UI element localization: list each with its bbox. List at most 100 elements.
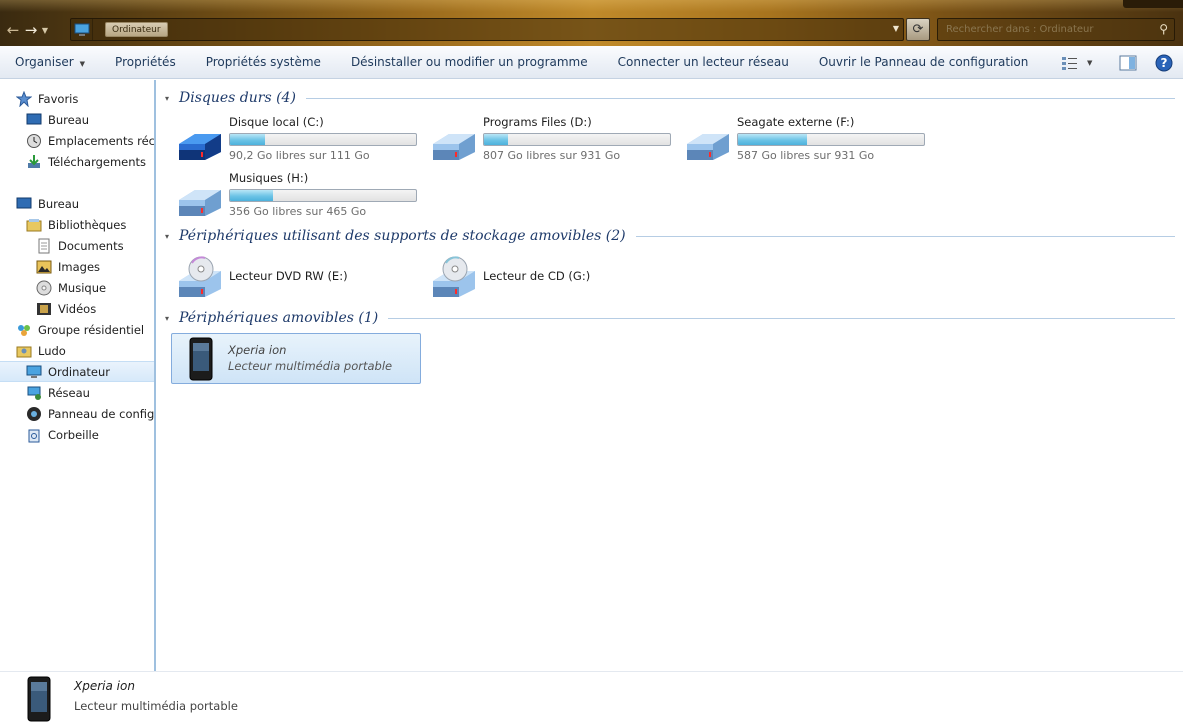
sidebar-item-favorites[interactable]: Favoris — [16, 89, 78, 109]
desktop-icon — [26, 112, 42, 128]
drive-name: Disque local (C:) — [229, 115, 324, 129]
drive-usage-fill — [230, 190, 273, 201]
drive-g-cd[interactable]: Lecteur de CD (G:) — [429, 253, 679, 301]
sidebar-item-desktop[interactable]: Bureau — [16, 194, 79, 214]
change-view-icon[interactable] — [1059, 52, 1081, 74]
drive-usage-bar — [229, 189, 417, 202]
dvd-drive-icon — [179, 256, 221, 297]
computer-icon — [26, 364, 42, 380]
recent-pages-caret-icon[interactable]: ▼ — [40, 26, 50, 35]
device-xperia-ion[interactable]: Xperia ion Lecteur multimédia portable — [171, 333, 421, 384]
sidebar-item-libraries[interactable]: Bibliothèques — [26, 215, 126, 235]
view-options-caret-icon[interactable]: ▼ — [1087, 59, 1097, 67]
help-icon[interactable]: ? — [1153, 52, 1175, 74]
drive-name: Lecteur de CD (G:) — [483, 269, 591, 283]
refresh-button[interactable]: ⟳ — [906, 18, 930, 41]
sidebar-item-label: Emplacements récents — [48, 134, 155, 148]
search-icon: ⚲ — [1159, 22, 1168, 36]
drive-d[interactable]: Programs Files (D:) 807 Go libres sur 93… — [429, 115, 679, 164]
sidebar-item-music[interactable]: Musique — [36, 278, 106, 298]
hard-drive-icon — [433, 134, 475, 160]
sidebar-item-recycle-bin[interactable]: Corbeille — [26, 425, 99, 445]
sidebar-item-label: Panneau de configuration — [48, 407, 155, 421]
properties-button[interactable]: Propriétés — [100, 55, 191, 69]
sidebar-item-images[interactable]: Images — [36, 257, 100, 277]
forward-arrow-icon[interactable]: → — [22, 21, 40, 39]
drive-h[interactable]: Musiques (H:) 356 Go libres sur 465 Go — [175, 171, 425, 220]
window-controls[interactable] — [1123, 0, 1183, 8]
homegroup-icon — [16, 322, 32, 338]
music-icon — [36, 280, 52, 296]
hard-drive-icon — [687, 134, 729, 160]
sidebar-item-videos[interactable]: Vidéos — [36, 299, 96, 319]
collapse-arrow-icon: ▾ — [165, 231, 170, 241]
sidebar-item-recent-places[interactable]: Emplacements récents — [26, 131, 155, 151]
sidebar-item-bureau-fav[interactable]: Bureau — [26, 110, 89, 130]
hard-drive-icon — [179, 134, 221, 160]
desktop-icon — [16, 196, 32, 212]
group-header-removable-devices[interactable]: ▾ Périphériques amovibles (1) — [165, 308, 1175, 328]
drive-name: Programs Files (D:) — [483, 115, 592, 129]
group-divider — [635, 235, 1175, 237]
group-divider — [388, 317, 1175, 319]
network-icon — [26, 385, 42, 401]
sidebar-item-label: Bibliothèques — [48, 218, 127, 232]
sidebar-item-control-panel[interactable]: Panneau de configuration — [26, 404, 155, 424]
uninstall-program-button[interactable]: Désinstaller ou modifier un programme — [336, 55, 603, 69]
documents-icon — [36, 238, 52, 254]
computer-icon — [71, 19, 93, 40]
drive-c[interactable]: Disque local (C:) 90,2 Go libres sur 111… — [175, 115, 425, 164]
drive-free-space: 356 Go libres sur 465 Go — [229, 205, 367, 218]
organize-button[interactable]: Organiser ▼ — [0, 55, 100, 69]
drive-f[interactable]: Seagate externe (F:) 587 Go libres sur 9… — [683, 115, 933, 164]
pane-splitter[interactable] — [154, 80, 156, 671]
device-type: Lecteur multimédia portable — [228, 359, 393, 373]
address-bar[interactable]: Ordinateur ▼ — [70, 18, 904, 41]
group-header-removable-storage[interactable]: ▾ Périphériques utilisant des supports d… — [165, 226, 1175, 246]
drive-name: Lecteur DVD RW (E:) — [229, 269, 348, 283]
content-pane: ▾ Disques durs (4) Disque local (C:) 90,… — [157, 80, 1183, 671]
back-arrow-icon[interactable]: ← — [4, 21, 22, 39]
sidebar-item-label: Musique — [58, 281, 107, 295]
titlebar-glow — [0, 0, 1183, 12]
sidebar-item-label: Corbeille — [48, 428, 99, 442]
videos-icon — [36, 301, 52, 317]
images-icon — [36, 259, 52, 275]
map-network-drive-button[interactable]: Connecter un lecteur réseau — [603, 55, 804, 69]
smartphone-icon — [27, 676, 51, 722]
drive-free-space: 807 Go libres sur 931 Go — [483, 149, 621, 162]
sidebar-item-downloads[interactable]: Téléchargements — [26, 152, 146, 172]
cd-drive-icon — [433, 256, 475, 297]
drive-usage-fill — [484, 134, 509, 145]
sidebar-item-label: Vidéos — [58, 302, 97, 316]
group-header-hard-disks[interactable]: ▾ Disques durs (4) — [165, 88, 1175, 108]
collapse-arrow-icon: ▾ — [165, 93, 170, 103]
drive-e-dvd[interactable]: Lecteur DVD RW (E:) — [175, 253, 425, 301]
drive-usage-bar — [229, 133, 417, 146]
organize-label: Organiser — [15, 55, 74, 69]
sidebar-item-documents[interactable]: Documents — [36, 236, 124, 256]
open-control-panel-button[interactable]: Ouvrir le Panneau de configuration — [804, 55, 1044, 69]
breadcrumb[interactable]: Ordinateur — [105, 22, 168, 37]
device-name: Xperia ion — [228, 343, 287, 357]
sidebar-item-label: Images — [58, 260, 101, 274]
downloads-icon — [26, 154, 42, 170]
sidebar-item-network[interactable]: Réseau — [26, 383, 90, 403]
drive-free-space: 90,2 Go libres sur 111 Go — [229, 149, 370, 162]
preview-pane-icon[interactable] — [1117, 52, 1139, 74]
search-input[interactable]: Rechercher dans : Ordinateur ⚲ — [937, 18, 1175, 41]
details-type: Lecteur multimédia portable — [74, 699, 238, 713]
sidebar-item-label: Bureau — [38, 197, 80, 211]
system-properties-button[interactable]: Propriétés système — [191, 55, 336, 69]
sidebar-item-computer[interactable]: Ordinateur — [0, 361, 154, 382]
chevron-down-icon[interactable]: ▼ — [893, 24, 899, 33]
view-controls: ▼ ? — [1059, 46, 1175, 79]
sidebar-item-label: Groupe résidentiel — [38, 323, 145, 337]
group-divider — [305, 97, 1175, 99]
sidebar-item-ludo[interactable]: Ludo — [16, 341, 66, 361]
navigation-pane: Favoris Bureau Emplacements récents Télé… — [0, 80, 155, 671]
sidebar-item-homegroup[interactable]: Groupe résidentiel — [16, 320, 144, 340]
hard-drive-icon — [179, 190, 221, 216]
search-placeholder: Rechercher dans : Ordinateur — [946, 24, 1094, 35]
drive-usage-bar — [483, 133, 671, 146]
